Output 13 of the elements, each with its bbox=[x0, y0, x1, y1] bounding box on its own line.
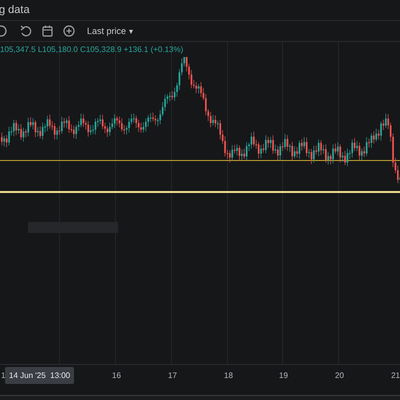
time-label: 21 bbox=[391, 371, 400, 380]
time-label: 1 bbox=[1, 371, 6, 380]
undo-icon[interactable] bbox=[20, 25, 32, 37]
calendar-icon[interactable] bbox=[42, 25, 53, 37]
time-label: 16 bbox=[112, 371, 121, 380]
crosshair-time-label: 14 Jun '25 13:00 bbox=[5, 367, 74, 384]
time-label: 20 bbox=[335, 371, 344, 380]
time-label: 19 bbox=[279, 371, 288, 380]
time-label: 18 bbox=[224, 371, 233, 380]
add-circle-icon[interactable] bbox=[63, 25, 75, 37]
ohlc-legend: 105,347.5 L105,180.0 C105,328.9 +136.1 (+0.13%) bbox=[0, 45, 184, 54]
price-type-dropdown[interactable]: Last price ▾ bbox=[87, 26, 134, 36]
time-label: 17 bbox=[168, 371, 177, 380]
